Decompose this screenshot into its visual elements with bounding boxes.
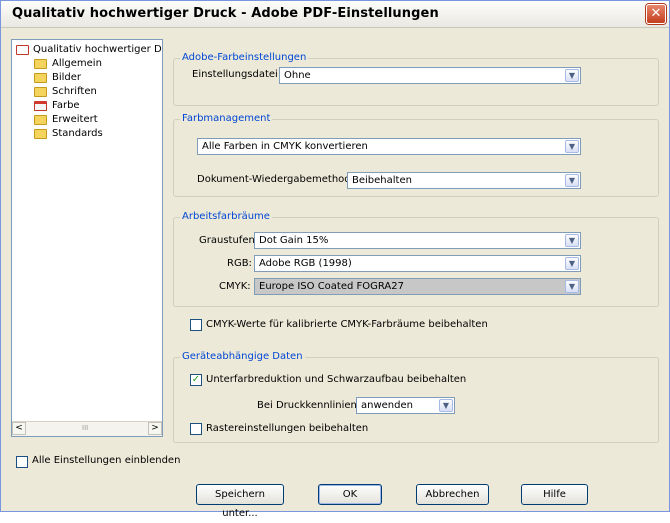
dropdown-arrow-icon[interactable]: ▼ — [565, 234, 579, 247]
color-management-legend: Farbmanagement — [180, 113, 273, 125]
show-all-checkbox[interactable] — [16, 456, 28, 468]
transfer-value: anwenden — [361, 400, 413, 411]
scroll-right-button[interactable]: > — [148, 422, 162, 435]
color-policy-select[interactable]: Alle Farben in CMYK konvertieren ▼ — [197, 138, 581, 155]
dialog-window: Qualitativ hochwertiger Druck - Adobe PD… — [0, 0, 670, 519]
settings-tree[interactable]: Qualitativ hochwertiger Druc Allgemein B… — [11, 39, 163, 437]
cmyk-preserve-label: CMYK-Werte für kalibrierte CMYK-Farbräum… — [206, 319, 488, 330]
horizontal-scrollbar[interactable]: < III > — [12, 421, 162, 436]
rendering-intent-value: Beibehalten — [352, 175, 412, 186]
dropdown-arrow-icon[interactable]: ▼ — [565, 69, 579, 82]
color-settings-legend: Adobe-Farbeinstellungen — [180, 52, 309, 64]
folder-icon — [34, 129, 47, 139]
dropdown-arrow-icon[interactable]: ▼ — [565, 174, 579, 187]
device-data-legend: Geräteabhängige Daten — [180, 351, 305, 363]
help-button[interactable]: Hilfe — [521, 484, 588, 505]
scroll-left-button[interactable]: < — [12, 422, 26, 435]
folder-icon — [34, 59, 47, 69]
ucr-checkbox[interactable]: ✓ — [190, 374, 202, 386]
ucr-label: Unterfarbreduktion und Schwarzaufbau bei… — [206, 374, 467, 385]
tree-item-label: Farbe — [52, 100, 80, 111]
show-all-label: Alle Einstellungen einblenden — [32, 455, 181, 466]
rendering-intent-label: Dokument-Wiedergabemethode: — [197, 174, 361, 185]
tree-item-label: Schriften — [52, 86, 97, 97]
color-policy-value: Alle Farben in CMYK konvertieren — [202, 141, 368, 152]
halftone-checkbox[interactable] — [190, 423, 202, 435]
cmyk-label: CMYK: — [219, 281, 251, 292]
tree-item-label: Erweitert — [52, 114, 98, 125]
tree-root-label: Qualitativ hochwertiger Druc — [33, 44, 162, 55]
transfer-select[interactable]: anwenden ▼ — [356, 397, 455, 414]
dropdown-arrow-icon[interactable]: ▼ — [439, 399, 453, 412]
halftone-label: Rastereinstellungen beibehalten — [206, 423, 369, 434]
settings-file-label: Einstellungsdatei: — [192, 69, 282, 80]
open-folder-icon — [34, 101, 47, 111]
cmyk-value: Europe ISO Coated FOGRA27 — [259, 281, 404, 292]
tree-item-label: Allgemein — [52, 58, 102, 69]
grayscale-select[interactable]: Dot Gain 15% ▼ — [254, 232, 581, 249]
transfer-label: Bei Druckkennlinien: — [257, 400, 361, 411]
dropdown-arrow-icon[interactable]: ▼ — [565, 257, 579, 270]
folder-icon — [34, 87, 47, 97]
grayscale-label: Graustufen: — [199, 235, 259, 246]
folder-icon — [34, 73, 47, 83]
cmyk-preserve-checkbox[interactable] — [190, 319, 202, 331]
folder-icon — [34, 115, 47, 125]
title-bar[interactable]: Qualitativ hochwertiger Druck - Adobe PD… — [1, 1, 669, 28]
rgb-label: RGB: — [227, 258, 252, 269]
cmyk-select[interactable]: Europe ISO Coated FOGRA27 ▼ — [254, 278, 581, 295]
document-icon — [16, 45, 29, 55]
working-spaces-legend: Arbeitsfarbräume — [180, 211, 272, 223]
cancel-button[interactable]: Abbrechen — [416, 484, 489, 505]
settings-file-value: Ohne — [284, 70, 311, 81]
settings-file-select[interactable]: Ohne ▼ — [279, 67, 581, 84]
ok-button[interactable]: OK — [318, 484, 382, 505]
dropdown-arrow-icon[interactable]: ▼ — [565, 140, 579, 153]
window-title: Qualitativ hochwertiger Druck - Adobe PD… — [12, 6, 439, 21]
save-as-button[interactable]: Speichern unter... — [196, 484, 284, 519]
dropdown-arrow-icon[interactable]: ▼ — [565, 280, 579, 293]
scroll-grip: III — [82, 424, 89, 432]
grayscale-value: Dot Gain 15% — [259, 235, 329, 246]
rgb-select[interactable]: Adobe RGB (1998) ▼ — [254, 255, 581, 272]
tree-item-label: Bilder — [52, 72, 82, 83]
close-button[interactable]: ✕ — [646, 4, 666, 24]
rendering-intent-select[interactable]: Beibehalten ▼ — [347, 172, 581, 189]
rgb-value: Adobe RGB (1998) — [259, 258, 352, 269]
tree-item-label: Standards — [52, 128, 103, 139]
